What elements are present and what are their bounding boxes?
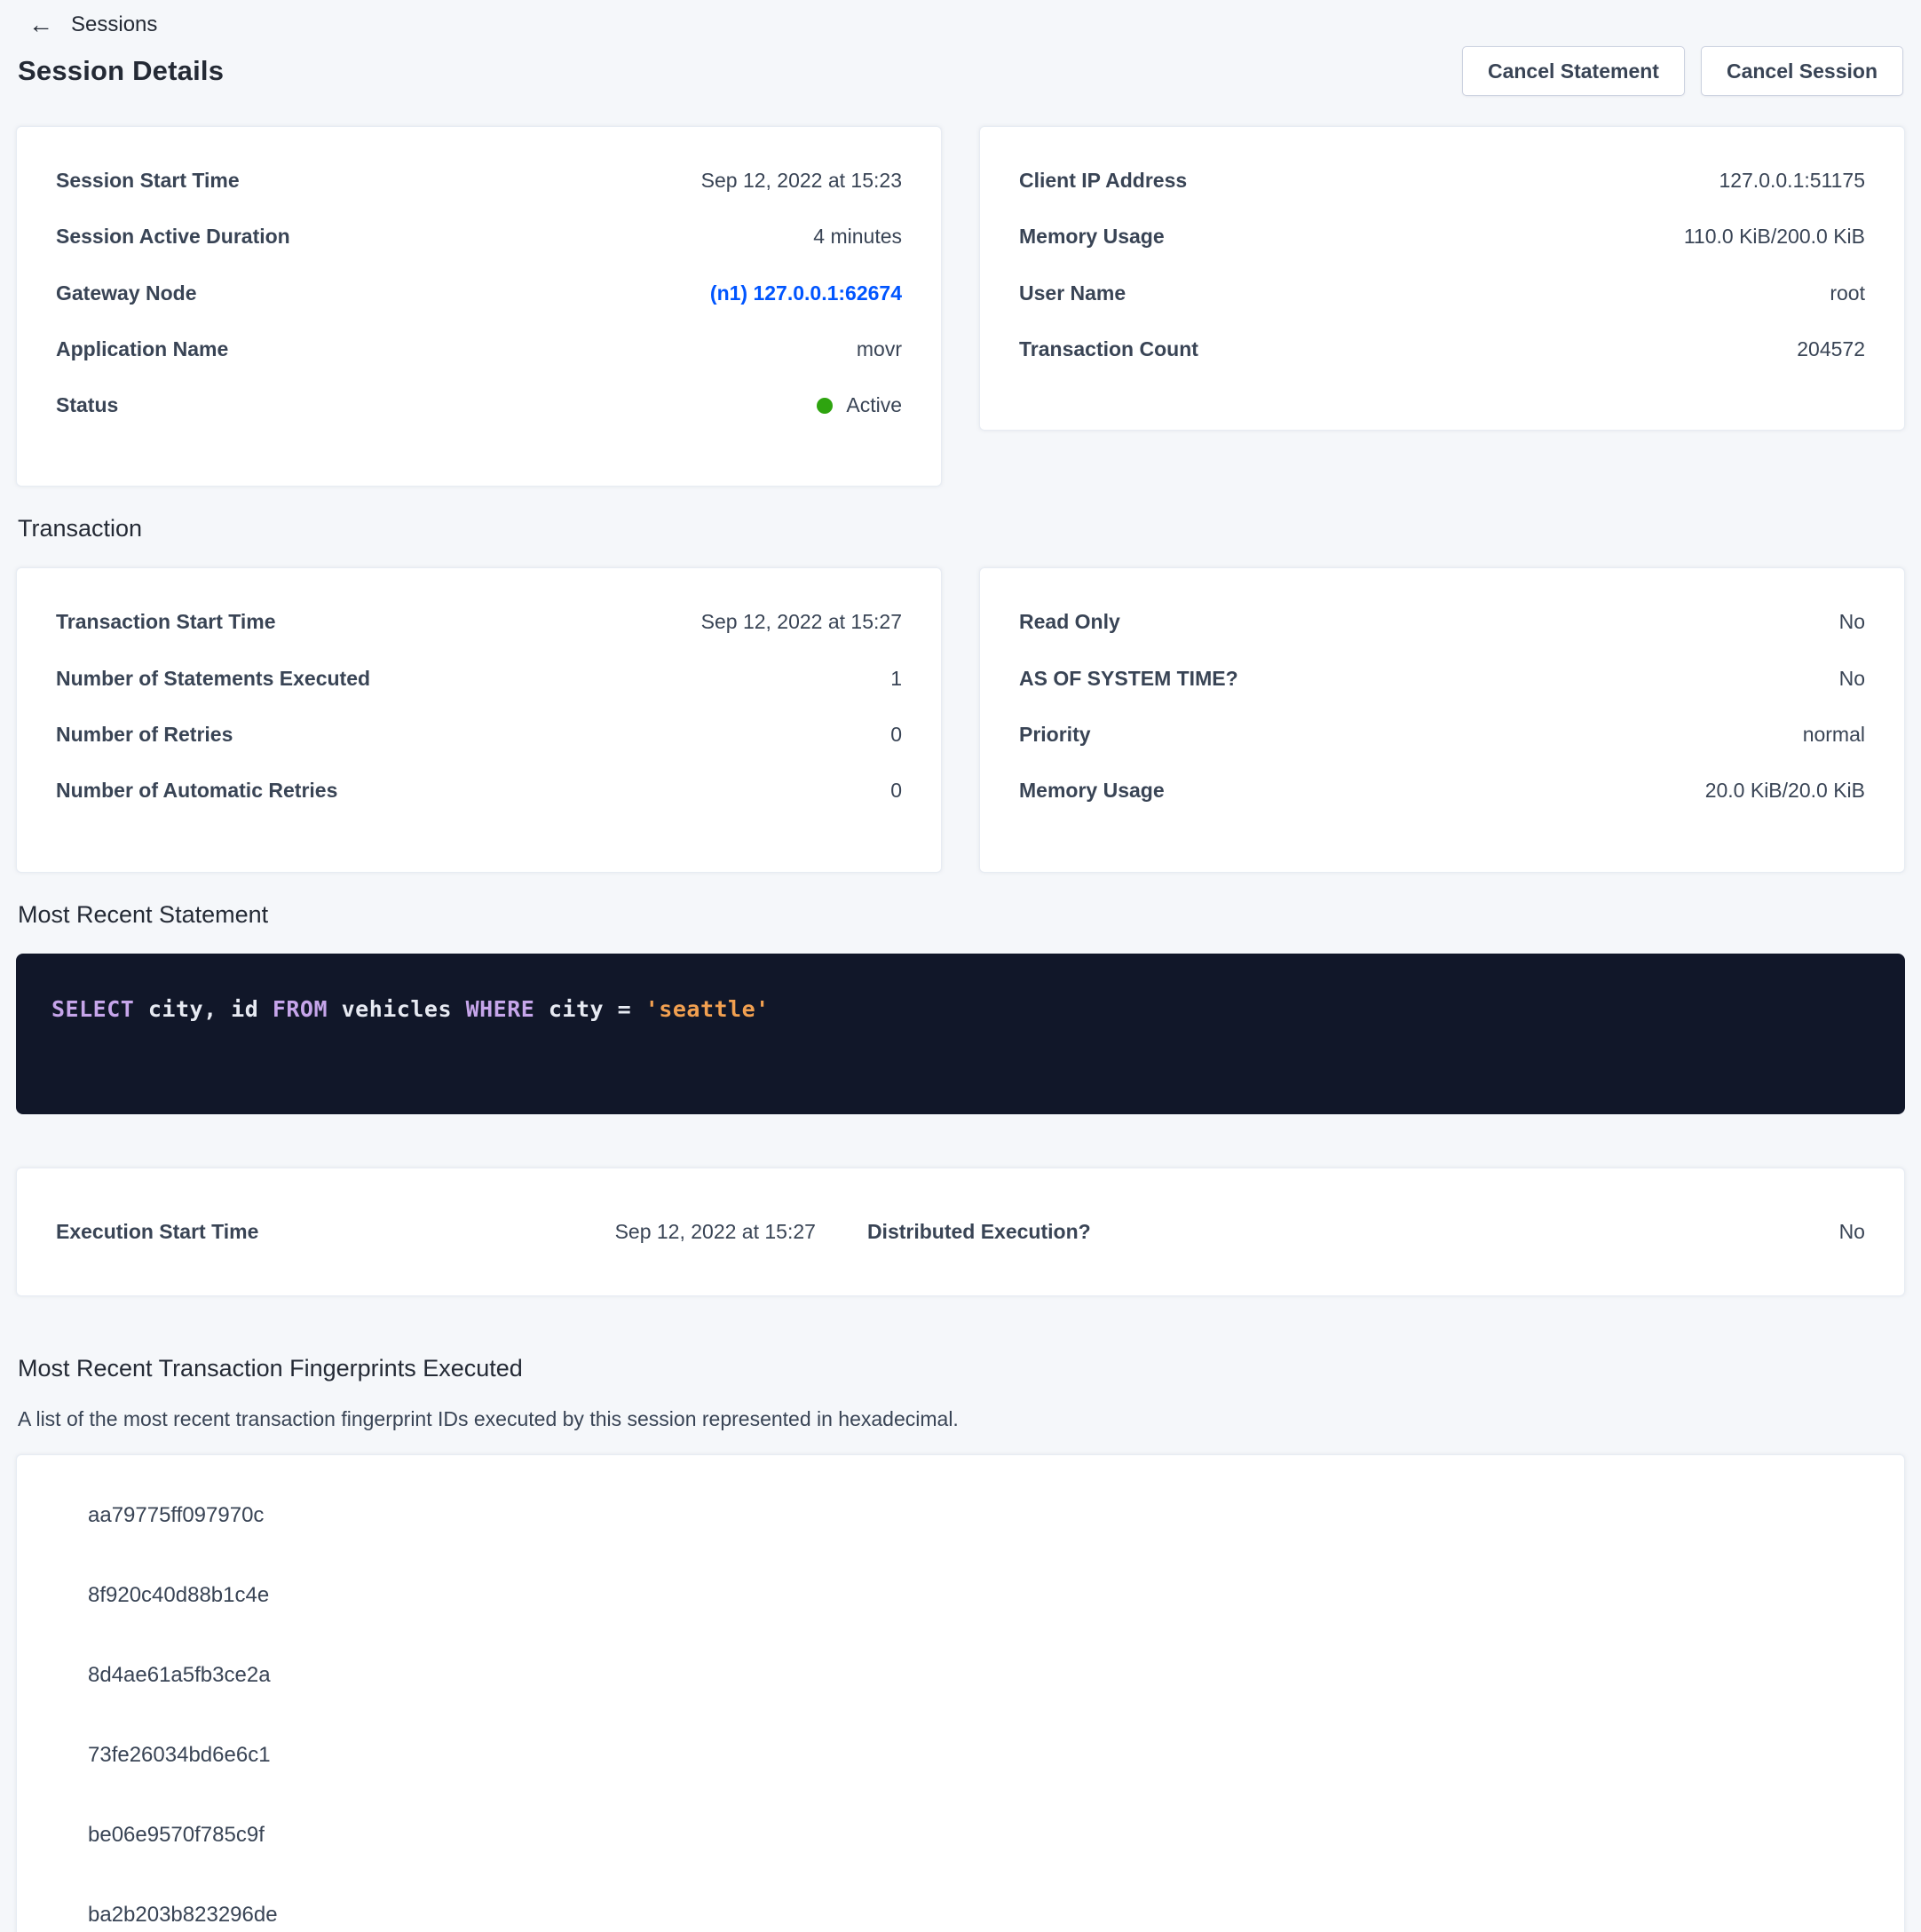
field-label: Memory Usage [1019,780,1165,802]
field-value: 110.0 KiB/200.0 KiB [1684,226,1865,248]
sql-text: city, id [134,996,273,1022]
field-label: Session Active Duration [56,226,290,248]
field-priority: Priority normal [1019,724,1865,746]
execution-summary-card: Execution Start Time Sep 12, 2022 at 15:… [16,1168,1905,1296]
field-memory-usage: Memory Usage 110.0 KiB/200.0 KiB [1019,226,1865,248]
field-value: No [1839,611,1865,633]
page-title: Session Details [18,55,224,87]
sql-keyword: SELECT [51,996,134,1022]
cancel-session-button[interactable]: Cancel Session [1701,46,1903,96]
transaction-card-left: Transaction Start Time Sep 12, 2022 at 1… [16,567,942,872]
field-value: 4 minutes [813,226,902,248]
field-statements-executed: Number of Statements Executed 1 [56,668,902,690]
field-application-name: Application Name movr [56,338,902,360]
field-session-start-time: Session Start Time Sep 12, 2022 at 15:23 [56,170,902,192]
field-value: 20.0 KiB/20.0 KiB [1705,780,1865,802]
field-label: Session Start Time [56,170,240,192]
field-label: Number of Automatic Retries [56,780,337,802]
field-label: Transaction Count [1019,338,1198,360]
most-recent-statement-heading: Most Recent Statement [18,901,1903,929]
sql-string-literal: 'seattle' [645,996,770,1022]
session-summary-row: Session Start Time Sep 12, 2022 at 15:23… [16,126,1905,487]
fingerprint-item: 8f920c40d88b1c4e [88,1583,1865,1608]
field-label: User Name [1019,282,1126,305]
field-txn-memory-usage: Memory Usage 20.0 KiB/20.0 KiB [1019,780,1865,802]
status-value: Active [846,393,902,416]
field-label: Read Only [1019,611,1120,633]
field-label: Number of Retries [56,724,233,746]
field-value: 127.0.0.1:51175 [1719,170,1865,192]
sql-text: vehicles [328,996,466,1022]
transaction-section-heading: Transaction [18,515,1903,542]
field-value: 204572 [1797,338,1865,360]
fingerprint-item: aa79775ff097970c [88,1503,1865,1528]
field-value: Sep 12, 2022 at 15:27 [701,611,902,633]
page-header: Session Details Cancel Statement Cancel … [18,46,1903,96]
field-value: 0 [890,780,902,802]
field-label: Status [56,394,118,416]
session-summary-card-right: Client IP Address 127.0.0.1:51175 Memory… [979,126,1905,431]
field-value: No [1839,668,1865,690]
field-session-active-duration: Session Active Duration 4 minutes [56,226,902,248]
field-read-only: Read Only No [1019,611,1865,633]
execution-start-time-value: Sep 12, 2022 at 15:27 [598,1220,816,1244]
breadcrumb: ← Sessions [16,0,1905,39]
distributed-execution-value: No [1503,1220,1865,1244]
sql-statement-box: SELECT city, id FROM vehicles WHERE city… [16,954,1905,1114]
field-transaction-count: Transaction Count 204572 [1019,338,1865,360]
field-label: Application Name [56,338,228,360]
transaction-row: Transaction Start Time Sep 12, 2022 at 1… [16,567,1905,872]
distributed-execution-label: Distributed Execution? [816,1220,1503,1244]
field-status: Status Active [56,394,902,416]
status-active-dot-icon [817,398,833,414]
status-badge: Active [817,394,902,416]
field-value: 0 [890,724,902,746]
field-user-name: User Name root [1019,282,1865,305]
field-value: Sep 12, 2022 at 15:23 [701,170,902,192]
cancel-statement-button[interactable]: Cancel Statement [1462,46,1685,96]
fingerprints-card: aa79775ff097970c 8f920c40d88b1c4e 8d4ae6… [16,1454,1905,1932]
field-value: 1 [890,668,902,690]
field-label: Priority [1019,724,1091,746]
fingerprints-description: A list of the most recent transaction fi… [18,1407,1903,1431]
session-details-page: ← Sessions Session Details Cancel Statem… [0,0,1921,1932]
field-number-of-retries: Number of Retries 0 [56,724,902,746]
sql-keyword: WHERE [466,996,535,1022]
transaction-card-right: Read Only No AS OF SYSTEM TIME? No Prior… [979,567,1905,872]
session-summary-card-left: Session Start Time Sep 12, 2022 at 15:23… [16,126,942,487]
execution-start-time-label: Execution Start Time [56,1220,598,1244]
field-label: Number of Statements Executed [56,668,370,690]
header-buttons: Cancel Statement Cancel Session [1462,46,1903,96]
gateway-node-link[interactable]: (n1) 127.0.0.1:62674 [710,282,902,305]
field-client-ip-address: Client IP Address 127.0.0.1:51175 [1019,170,1865,192]
field-value: movr [857,338,902,360]
fingerprints-heading: Most Recent Transaction Fingerprints Exe… [18,1355,1903,1382]
fingerprint-item: 8d4ae61a5fb3ce2a [88,1663,1865,1688]
field-automatic-retries: Number of Automatic Retries 0 [56,780,902,802]
field-value: normal [1803,724,1865,746]
back-link-sessions[interactable]: Sessions [71,12,157,37]
field-as-of-system-time: AS OF SYSTEM TIME? No [1019,668,1865,690]
field-value: root [1830,282,1865,305]
arrow-left-icon[interactable]: ← [28,12,53,37]
fingerprint-item: be06e9570f785c9f [88,1823,1865,1848]
fingerprint-item: ba2b203b823296de [88,1903,1865,1928]
field-label: Transaction Start Time [56,611,276,633]
field-label: Memory Usage [1019,226,1165,248]
field-transaction-start-time: Transaction Start Time Sep 12, 2022 at 1… [56,611,902,633]
sql-keyword: FROM [273,996,328,1022]
field-label: Client IP Address [1019,170,1187,192]
fingerprint-item: 73fe26034bd6e6c1 [88,1743,1865,1768]
field-label: AS OF SYSTEM TIME? [1019,668,1238,690]
field-label: Gateway Node [56,282,197,305]
field-gateway-node: Gateway Node (n1) 127.0.0.1:62674 [56,282,902,305]
sql-text: city = [534,996,644,1022]
